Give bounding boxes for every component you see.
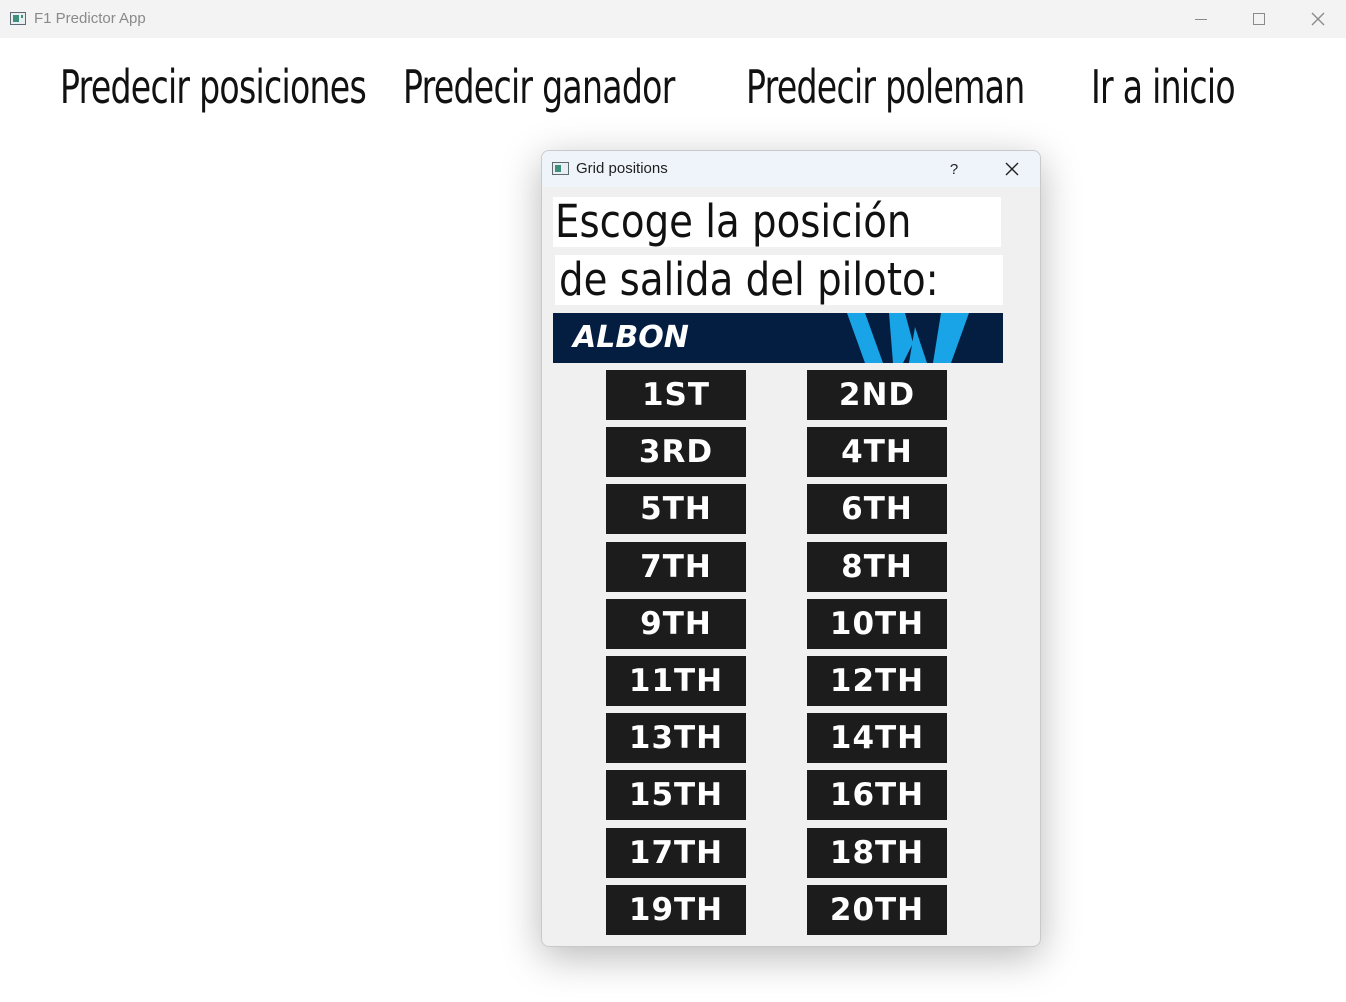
nav-predecir-posiciones[interactable]: Predecir posiciones (60, 60, 367, 114)
prompt-line-2-text: de salida del piloto: (559, 253, 939, 306)
position-button-9th[interactable]: 9TH (606, 599, 746, 649)
position-button-12th[interactable]: 12TH (807, 656, 947, 706)
app-window: F1 Predictor App Predecir posiciones Pre… (0, 0, 1346, 1002)
help-button[interactable]: ? (938, 151, 970, 187)
position-button-11th[interactable]: 11TH (606, 656, 746, 706)
prompt-line-2: de salida del piloto: (555, 255, 1003, 305)
grid-positions-dialog: Grid positions ? Escoge la posición de s… (541, 150, 1041, 947)
maximize-icon (1253, 13, 1265, 25)
minimize-icon (1195, 18, 1207, 20)
position-button-6th[interactable]: 6TH (807, 484, 947, 534)
position-button-4th[interactable]: 4TH (807, 427, 947, 477)
position-button-13th[interactable]: 13TH (606, 713, 746, 763)
prompt-text: Escoge la posición de salida del piloto: (553, 197, 1003, 307)
top-menu: Predecir posiciones Predecir ganador Pre… (0, 60, 1346, 124)
position-button-7th[interactable]: 7TH (606, 542, 746, 592)
position-button-10th[interactable]: 10TH (807, 599, 947, 649)
close-icon (1005, 162, 1019, 176)
driver-banner: ALBON (553, 313, 1003, 363)
close-icon (1311, 12, 1325, 26)
window-title: F1 Predictor App (34, 10, 146, 27)
position-button-16th[interactable]: 16TH (807, 770, 947, 820)
nav-predecir-ganador[interactable]: Predecir ganador (403, 60, 675, 114)
nav-ir-a-inicio[interactable]: Ir a inicio (1091, 60, 1236, 114)
minimize-button[interactable] (1172, 0, 1230, 38)
position-button-3rd[interactable]: 3RD (606, 427, 746, 477)
position-button-19th[interactable]: 19TH (606, 885, 746, 935)
maximize-button[interactable] (1230, 0, 1288, 38)
driver-name: ALBON (573, 320, 689, 355)
dialog-close-button[interactable] (994, 151, 1030, 187)
position-button-15th[interactable]: 15TH (606, 770, 746, 820)
team-logo-icon (847, 313, 969, 363)
position-button-18th[interactable]: 18TH (807, 828, 947, 878)
position-button-17th[interactable]: 17TH (606, 828, 746, 878)
prompt-line-1-text: Escoge la posición (555, 195, 912, 248)
position-button-1st[interactable]: 1ST (606, 370, 746, 420)
dialog-title: Grid positions (576, 160, 668, 177)
position-button-2nd[interactable]: 2ND (807, 370, 947, 420)
help-icon: ? (949, 160, 959, 178)
dialog-title-bar: Grid positions ? (542, 151, 1040, 187)
dialog-app-icon (552, 162, 569, 175)
position-button-8th[interactable]: 8TH (807, 542, 947, 592)
position-button-14th[interactable]: 14TH (807, 713, 947, 763)
prompt-line-1: Escoge la posición (553, 197, 1001, 247)
title-bar: F1 Predictor App (0, 0, 1346, 38)
position-button-5th[interactable]: 5TH (606, 484, 746, 534)
app-icon (10, 12, 26, 25)
close-button[interactable] (1289, 0, 1346, 38)
position-button-20th[interactable]: 20TH (807, 885, 947, 935)
nav-predecir-poleman[interactable]: Predecir poleman (746, 60, 1025, 114)
